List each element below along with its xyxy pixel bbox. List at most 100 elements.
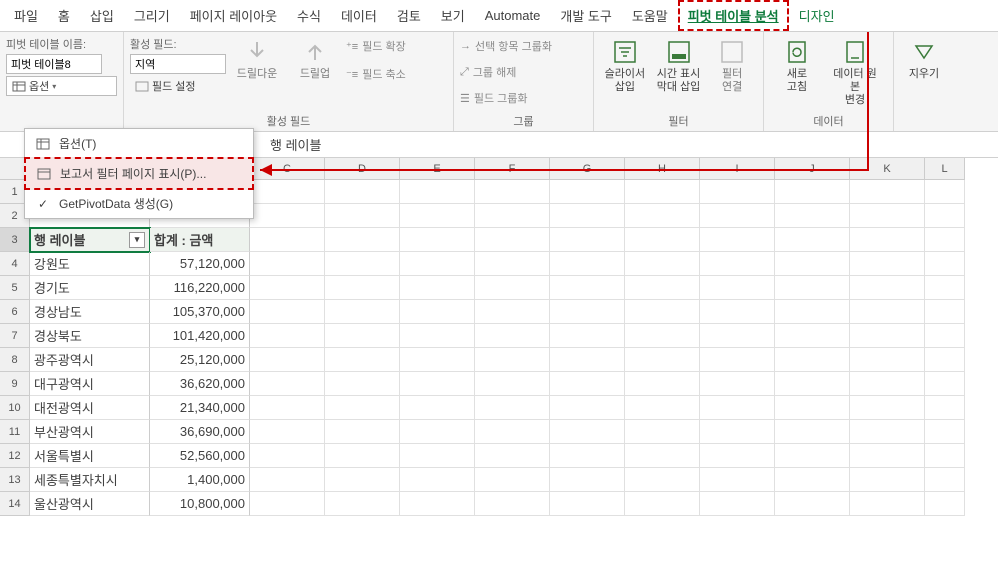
- slicer-label: 슬라이서 삽입: [605, 68, 645, 94]
- filter-conn-icon: [718, 38, 746, 66]
- value-cell[interactable]: 52,560,000: [150, 444, 250, 468]
- row-header-14[interactable]: 14: [0, 492, 30, 516]
- menu-data[interactable]: 데이터: [331, 0, 387, 31]
- region-cell[interactable]: 경기도: [30, 276, 150, 300]
- row-header-10[interactable]: 10: [0, 396, 30, 420]
- menu-help[interactable]: 도움말: [622, 0, 678, 31]
- value-cell[interactable]: 57,120,000: [150, 252, 250, 276]
- table-row: 경상남도 105,370,000: [30, 300, 998, 324]
- report-icon: [36, 166, 52, 182]
- row-header-6[interactable]: 6: [0, 300, 30, 324]
- col-header-C[interactable]: C: [250, 158, 325, 180]
- group-selection-label: 선택 항목 그룹화: [475, 38, 552, 54]
- value-cell[interactable]: 10,800,000: [150, 492, 250, 516]
- value-cell[interactable]: 36,690,000: [150, 420, 250, 444]
- drillup-label: 드릴업: [300, 68, 330, 81]
- col-header-I[interactable]: I: [700, 158, 775, 180]
- row-label-filter-button[interactable]: ▾: [129, 232, 145, 248]
- dd-report-filter-pages[interactable]: 보고서 필터 페이지 표시(P)...: [24, 157, 254, 190]
- field-settings-label: 필드 설정: [152, 78, 196, 94]
- value-cell[interactable]: 1,400,000: [150, 468, 250, 492]
- region-cell[interactable]: 광주광역시: [30, 348, 150, 372]
- col-header-E[interactable]: E: [400, 158, 475, 180]
- col-header-D[interactable]: D: [325, 158, 400, 180]
- row-header-12[interactable]: 12: [0, 444, 30, 468]
- region-cell[interactable]: 강원도: [30, 252, 150, 276]
- formula-bar-content[interactable]: 행 레이블: [260, 132, 998, 157]
- dd-options[interactable]: 옵션(T): [25, 129, 253, 158]
- region-cell[interactable]: 서울특별시: [30, 444, 150, 468]
- field-expand-button[interactable]: ⁺≡ 필드 확장: [346, 36, 406, 56]
- active-field-group-label: 활성 필드: [130, 111, 447, 129]
- options-icon: [12, 79, 26, 93]
- row-label-header-cell[interactable]: 행 레이블 ▾: [30, 228, 150, 252]
- menu-view[interactable]: 보기: [431, 0, 475, 31]
- region-cell[interactable]: 대구광역시: [30, 372, 150, 396]
- timeline-label: 시간 표시 막대 삽입: [657, 68, 701, 94]
- pivot-name-input[interactable]: [6, 54, 102, 74]
- row-header-4[interactable]: 4: [0, 252, 30, 276]
- slicer-button[interactable]: 슬라이서 삽입: [600, 36, 650, 96]
- menu-insert[interactable]: 삽입: [80, 0, 124, 31]
- row-header-8[interactable]: 8: [0, 348, 30, 372]
- menu-developer[interactable]: 개발 도구: [550, 0, 621, 31]
- col-header-K[interactable]: K: [850, 158, 925, 180]
- timeline-button[interactable]: 시간 표시 막대 삽입: [654, 36, 704, 96]
- row-header-5[interactable]: 5: [0, 276, 30, 300]
- col-header-G[interactable]: G: [550, 158, 625, 180]
- value-cell[interactable]: 36,620,000: [150, 372, 250, 396]
- col-header-J[interactable]: J: [775, 158, 850, 180]
- region-cell[interactable]: 울산광역시: [30, 492, 150, 516]
- menu-automate[interactable]: Automate: [475, 2, 551, 29]
- refresh-button[interactable]: 새로 고침: [770, 36, 824, 96]
- menu-design[interactable]: 디자인: [789, 0, 845, 31]
- active-field-input[interactable]: [130, 54, 226, 74]
- region-cell[interactable]: 세종특별자치시: [30, 468, 150, 492]
- ribbon-group-data: 새로 고침 데이터 원본 변경 데이터: [764, 32, 894, 131]
- menu-page-layout[interactable]: 페이지 레이아웃: [180, 0, 287, 31]
- region-cell[interactable]: 경상북도: [30, 324, 150, 348]
- region-cell[interactable]: 부산광역시: [30, 420, 150, 444]
- chevron-down-icon: ▾: [52, 82, 56, 91]
- group-selection-button[interactable]: → 선택 항목 그룹화: [460, 36, 552, 56]
- col-header-H[interactable]: H: [625, 158, 700, 180]
- table-icon: [35, 136, 51, 152]
- slicer-icon: [611, 38, 639, 66]
- region-cell[interactable]: 대전광역시: [30, 396, 150, 420]
- pivot-options-button[interactable]: 옵션 ▾: [6, 76, 117, 96]
- field-settings-button[interactable]: 필드 설정: [130, 76, 226, 96]
- value-cell[interactable]: 25,120,000: [150, 348, 250, 372]
- table-row: 서울특별시 52,560,000: [30, 444, 998, 468]
- menu-review[interactable]: 검토: [387, 0, 431, 31]
- value-header-cell[interactable]: 합계 : 금액: [150, 228, 250, 252]
- value-cell[interactable]: 116,220,000: [150, 276, 250, 300]
- col-header-F[interactable]: F: [475, 158, 550, 180]
- filter-conn-button[interactable]: 필터 연결: [707, 36, 757, 96]
- ribbon-group-clear: 지우기: [894, 32, 954, 131]
- value-cell[interactable]: 21,340,000: [150, 396, 250, 420]
- menu-file[interactable]: 파일: [4, 0, 48, 31]
- field-group-button[interactable]: ☰ 필드 그룹화: [460, 88, 528, 108]
- drillup-button[interactable]: 드릴업: [288, 36, 342, 83]
- row-header-3[interactable]: 3: [0, 228, 30, 252]
- row-header-9[interactable]: 9: [0, 372, 30, 396]
- clear-button[interactable]: 지우기: [900, 36, 948, 83]
- ungroup-button[interactable]: ⤢ 그룹 해제: [460, 62, 516, 82]
- change-source-button[interactable]: 데이터 원본 변경: [828, 36, 882, 110]
- menu-formulas[interactable]: 수식: [287, 0, 331, 31]
- menu-home[interactable]: 홈: [48, 0, 80, 31]
- value-cell[interactable]: 101,420,000: [150, 324, 250, 348]
- dd-getpivotdata[interactable]: ✓ GetPivotData 생성(G): [25, 189, 253, 218]
- dd-getpivotdata-label: GetPivotData 생성(G): [59, 195, 173, 212]
- row-header-7[interactable]: 7: [0, 324, 30, 348]
- clear-label: 지우기: [909, 68, 939, 81]
- drilldown-button[interactable]: 드릴다운: [230, 36, 284, 83]
- col-header-L[interactable]: L: [925, 158, 965, 180]
- row-header-11[interactable]: 11: [0, 420, 30, 444]
- value-cell[interactable]: 105,370,000: [150, 300, 250, 324]
- menu-draw[interactable]: 그리기: [124, 0, 180, 31]
- region-cell[interactable]: 경상남도: [30, 300, 150, 324]
- menu-pivot-analyze[interactable]: 피벗 테이블 분석: [678, 0, 789, 31]
- row-header-13[interactable]: 13: [0, 468, 30, 492]
- field-collapse-button[interactable]: ⁻≡ 필드 축소: [346, 64, 406, 84]
